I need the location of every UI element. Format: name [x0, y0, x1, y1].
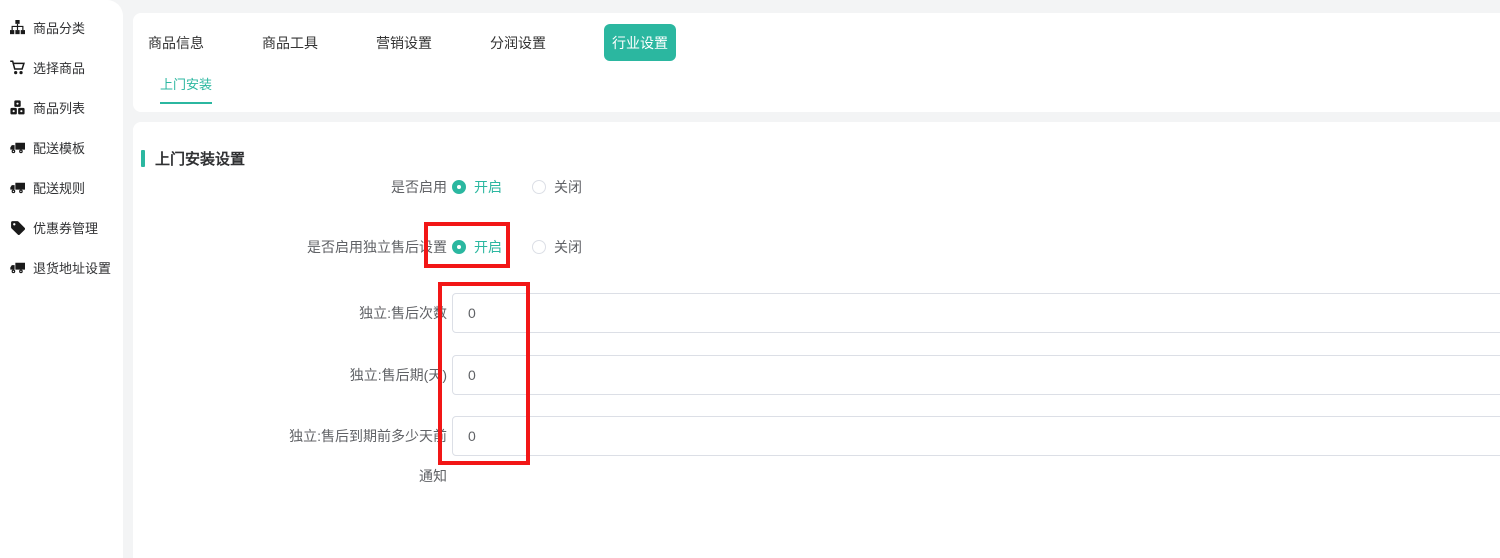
radio-group-independent-aftersale: 开启 关闭: [452, 227, 612, 267]
radio-option-on[interactable]: 开启: [452, 177, 502, 197]
sidebar-item-delivery-rules[interactable]: 配送规则: [0, 167, 123, 207]
form-label: 是否启用: [287, 167, 447, 207]
sidebar-item-goods-list[interactable]: 商品列表: [0, 87, 123, 127]
sitemap-icon: [10, 20, 25, 35]
sidebar-item-label: 商品列表: [33, 98, 85, 117]
truck-icon: [10, 180, 25, 195]
subtab-door-installation[interactable]: 上门安装: [160, 74, 212, 104]
form-label: 独立:售后到期前多少天前通知: [287, 416, 447, 496]
sidebar-item-label: 配送规则: [33, 178, 85, 197]
tabs-card: 商品信息 商品工具 营销设置 分润设置 行业设置 上门安装: [133, 13, 1500, 112]
section-header: 上门安装设置: [141, 148, 245, 169]
radio-label: 开启: [474, 177, 502, 197]
aftersale-notify-days-input[interactable]: [452, 416, 1500, 456]
form-row-aftersale-notify-days: 独立:售后到期前多少天前通知: [133, 416, 1500, 496]
radio-label: 关闭: [554, 177, 582, 197]
sidebar-item-label: 商品分类: [33, 18, 85, 37]
sidebar-item-return-address-settings[interactable]: 退货地址设置: [0, 247, 123, 287]
section-title: 上门安装设置: [155, 148, 245, 169]
radio-option-off[interactable]: 关闭: [532, 237, 582, 257]
radio-label: 关闭: [554, 237, 582, 257]
form-row-aftersale-period: 独立:售后期(天): [133, 355, 1500, 395]
radio-unselected-icon: [532, 180, 546, 194]
sidebar-item-label: 配送模板: [33, 138, 85, 157]
cubes-icon: [10, 100, 25, 115]
radio-selected-icon: [452, 180, 466, 194]
tag-icon: [10, 220, 25, 235]
sidebar-item-coupon-management[interactable]: 优惠券管理: [0, 207, 123, 247]
tab-profit-settings[interactable]: 分润设置: [490, 33, 546, 53]
radio-selected-icon: [452, 240, 466, 254]
sidebar-item-label: 退货地址设置: [33, 258, 111, 277]
sidebar-item-choose-goods[interactable]: 选择商品: [0, 47, 123, 87]
truck-icon: [10, 260, 25, 275]
sidebar-item-delivery-template[interactable]: 配送模板: [0, 127, 123, 167]
radio-group-enable: 开启 关闭: [452, 167, 612, 207]
cart-icon: [10, 60, 25, 75]
form-row-aftersale-count: 独立:售后次数: [133, 293, 1500, 333]
form-label: 独立:售后期(天): [287, 355, 447, 395]
tab-marketing-settings[interactable]: 营销设置: [376, 33, 432, 53]
aftersale-period-input[interactable]: [452, 355, 1500, 395]
sidebar-item-label: 优惠券管理: [33, 218, 98, 237]
form-row-independent-aftersale-enable: 是否启用独立售后设置 开启 关闭: [133, 227, 1500, 267]
radio-option-on[interactable]: 开启: [452, 237, 502, 257]
form-label: 独立:售后次数: [287, 293, 447, 333]
aftersale-count-input[interactable]: [452, 293, 1500, 333]
tab-goods-tools[interactable]: 商品工具: [262, 33, 318, 53]
tab-industry-settings[interactable]: 行业设置: [604, 24, 676, 61]
sidebar: 商品分类 选择商品 商品列表 配送模板 配送规则 优惠券管理 退: [0, 0, 123, 558]
radio-unselected-icon: [532, 240, 546, 254]
sidebar-item-goods-category[interactable]: 商品分类: [0, 7, 123, 47]
radio-option-off[interactable]: 关闭: [532, 177, 582, 197]
form-card: 上门安装设置 是否启用 开启 关闭 是否启用独立售后设置 开启 关闭: [133, 122, 1500, 558]
tab-goods-info[interactable]: 商品信息: [148, 33, 204, 53]
form-row-enable: 是否启用 开启 关闭: [133, 167, 1500, 207]
form-label: 是否启用独立售后设置: [287, 227, 447, 267]
section-accent-bar: [141, 150, 145, 167]
tabs-row: 商品信息 商品工具 营销设置 分润设置 行业设置: [133, 24, 1500, 61]
truck-icon: [10, 140, 25, 155]
sidebar-item-label: 选择商品: [33, 58, 85, 77]
radio-label: 开启: [474, 237, 502, 257]
